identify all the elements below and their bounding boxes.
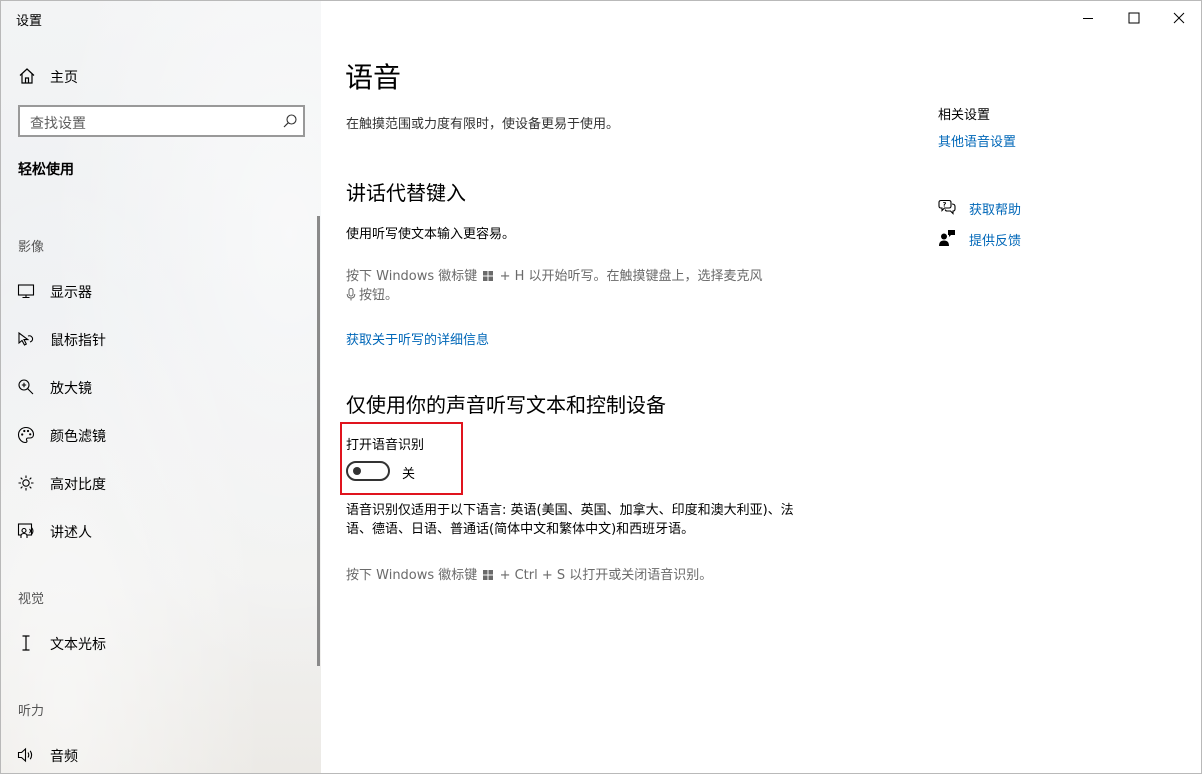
sidebar-item-label: 高对比度 [50,477,106,493]
sidebar-item-display[interactable]: 显示器 [1,273,311,309]
sidebar-item-mouse-pointer[interactable]: 鼠标指针 [1,321,311,357]
group-header-vision: 影像 [18,240,45,255]
microphone-icon [346,288,356,301]
feedback-icon [939,230,955,246]
sidebar-item-color-filter[interactable]: 颜色滤镜 [1,417,311,453]
mouse-pointer-icon [18,331,34,346]
audio-icon [17,747,33,763]
dictation-description: 使用听写使文本输入更容易。 [346,227,516,242]
sidebar-item-label: 鼠标指针 [50,333,106,349]
category-title: 轻松使用 [18,162,74,178]
high-contrast-icon [18,475,34,491]
speech-recognition-languages-note: 语音识别仅适用于以下语言: 英语(美国、英国、加拿大、印度和澳大利亚)、法语、德… [346,503,794,537]
home-icon [19,68,35,84]
page-description: 在触摸范围或力度有限时，使设备更易于使用。 [346,117,620,132]
other-speech-settings-link[interactable]: 其他语音设置 [938,131,1016,150]
monitor-icon [17,284,35,299]
get-help-label: 获取帮助 [969,203,1022,218]
page-title: 语音 [345,61,402,94]
sidebar-scrollbar[interactable] [317,216,320,666]
sidebar-item-high-contrast[interactable]: 高对比度 [1,465,311,501]
hint-text: 按下 Windows 徽标键 [346,269,478,284]
svg-text:?: ? [943,201,947,209]
close-button[interactable] [1156,1,1201,35]
close-icon [1173,12,1185,24]
sidebar-item-label: 颜色滤镜 [50,429,106,445]
search-input[interactable]: 查找设置 [18,105,305,137]
windows-logo-icon [483,271,494,281]
dictation-hint: 按下 Windows 徽标键 + H 以开始听写。在触摸键盘上，选择麦克风 按钮… [346,267,786,305]
give-feedback-label: 提供反馈 [969,234,1022,249]
section-title-speech-recognition: 仅使用你的声音听写文本和控制设备 [346,393,666,417]
maximize-icon [1128,12,1140,24]
narrator-icon [17,523,34,538]
sidebar-item-label: 放大镜 [50,381,92,397]
magnifier-icon [18,379,34,395]
help-chat-icon: ? [938,199,956,215]
sidebar-item-magnifier[interactable]: 放大镜 [1,369,311,405]
main-content: 语音 在触摸范围或力度有限时，使设备更易于使用。 讲话代替键入 使用听写使文本输… [321,1,1201,773]
sidebar-item-label: 音频 [50,749,78,765]
sidebar-item-label: 文本光标 [50,637,106,653]
toggle-knob [353,467,361,475]
hint-text: 按下 Windows 徽标键 [346,568,478,583]
settings-window: 设置 主页 查找设置 轻松使用 影像 显示器 鼠标指针 放大镜 颜色滤镜 高对比… [0,0,1202,774]
sidebar-item-narrator[interactable]: 讲述人 [1,513,311,549]
windows-logo-icon [483,570,494,580]
speech-recognition-toggle[interactable] [346,461,390,481]
search-icon [283,114,297,128]
sidebar-item-audio[interactable]: 音频 [1,737,311,773]
hint-text: + Ctrl + S 以打开或关闭语音识别。 [499,568,713,583]
search-placeholder: 查找设置 [30,116,86,132]
hint-text: + H 以开始听写。在触摸键盘上，选择麦克风 [499,269,763,284]
sidebar-item-home[interactable]: 主页 [1,61,321,91]
sidebar-item-text-cursor[interactable]: 文本光标 [1,625,311,661]
highlight-box [340,422,463,495]
section-title-dictation: 讲话代替键入 [346,181,466,205]
color-filter-icon [17,426,35,444]
dictation-info-link[interactable]: 获取关于听写的详细信息 [346,329,489,348]
app-title: 设置 [16,14,43,29]
group-header-visual: 视觉 [18,592,45,607]
group-header-hearing: 听力 [18,704,45,719]
speech-recognition-toggle-label: 打开语音识别 [346,438,425,453]
sidebar-item-label: 显示器 [50,285,92,301]
maximize-button[interactable] [1111,1,1157,35]
minimize-icon [1083,18,1093,19]
minimize-button[interactable] [1065,1,1111,35]
sidebar: 设置 主页 查找设置 轻松使用 影像 显示器 鼠标指针 放大镜 颜色滤镜 高对比… [1,1,321,773]
speech-recognition-hint: 按下 Windows 徽标键 + Ctrl + S 以打开或关闭语音识别。 [346,564,712,583]
text-cursor-icon [22,635,30,651]
sidebar-item-label: 主页 [50,70,78,86]
related-settings-title: 相关设置 [938,108,991,123]
hint-text: 按钮。 [359,288,399,303]
sidebar-item-label: 讲述人 [50,525,92,541]
toggle-state-text: 关 [402,467,416,482]
